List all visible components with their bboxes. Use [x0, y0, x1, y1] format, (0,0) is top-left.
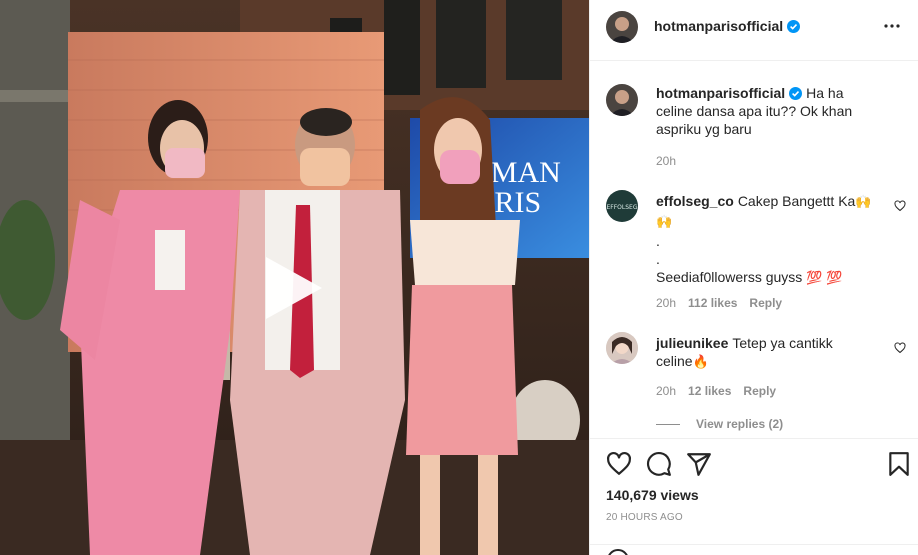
comment-emoji: 💯 [826, 271, 843, 286]
emoji-icon[interactable] [606, 548, 630, 555]
caption-time[interactable]: 20h [656, 154, 676, 168]
comment-item: julieunikee Tetep ya cantikk celine🔥 20h 12… [606, 332, 906, 432]
comment-like-heart-icon[interactable] [894, 342, 906, 354]
comment-like-heart-icon[interactable] [894, 200, 906, 212]
comment-dot: . [656, 251, 660, 267]
reply-button[interactable]: Reply [749, 296, 782, 310]
comment-username[interactable]: julieunikee [656, 335, 728, 351]
more-options-icon[interactable] [880, 14, 904, 38]
reply-button[interactable]: Reply [743, 384, 776, 398]
comment-emoji: 💯 [806, 271, 823, 286]
comment-dot: . [656, 233, 660, 249]
view-replies-button[interactable]: View replies (2) [656, 417, 783, 431]
bookmark-icon[interactable] [886, 451, 912, 477]
verified-icon [787, 20, 801, 33]
verified-icon [789, 87, 803, 100]
post-caption: hotmanparisofficial Ha ha celine dansa ap… [606, 84, 906, 184]
caption-username[interactable]: hotmanparisofficial [656, 85, 785, 101]
comment-body: Cakep Bangettt Ka [737, 193, 856, 209]
comment-meta: 20h 112 likes Reply [656, 296, 794, 310]
comment-time[interactable]: 20h [656, 296, 676, 310]
comment-item: EFFOLSEG effolseg_co Cakep Bangettt Ka🙌 🙌… [606, 190, 906, 310]
share-icon[interactable] [686, 451, 712, 477]
comment-body-line2: celine [656, 353, 693, 369]
svg-text:EFFOLSEG: EFFOLSEG [606, 204, 637, 211]
comment-likes[interactable]: 12 likes [688, 384, 731, 398]
heart-icon[interactable] [606, 451, 632, 477]
caption-text: hotmanparisofficial Ha ha celine dansa ap… [656, 84, 878, 138]
comment-emoji: 🔥 [692, 355, 709, 370]
comment-emoji: 🙌 [855, 195, 872, 210]
comment-body: Tetep ya cantikk [732, 335, 833, 351]
commenter-avatar[interactable] [606, 332, 638, 364]
post-header: hotmanparisofficial [590, 0, 918, 61]
view-count[interactable]: 140,679 views [606, 487, 699, 503]
post-username-text[interactable]: hotmanparisofficial [654, 18, 783, 34]
commenter-avatar[interactable]: EFFOLSEG [606, 190, 638, 222]
post-side-panel: hotmanparisofficial hotmanparisofficial H… [590, 0, 918, 555]
post-username[interactable]: hotmanparisofficial [654, 18, 801, 34]
comment-meta: 20h 12 likes Reply [656, 384, 788, 398]
post-actions: 140,679 views 20 HOURS AGO [590, 438, 918, 555]
avatar[interactable] [606, 11, 638, 43]
caption-avatar[interactable] [606, 84, 638, 116]
caption-meta: 20h [656, 154, 688, 168]
post-video[interactable]: HOTMAN PARIS [0, 0, 589, 555]
comment-time[interactable]: 20h [656, 384, 676, 398]
comment-body-line2: Seediaf0llowerss guyss [656, 269, 803, 285]
comment-emoji: 🙌 [656, 215, 673, 230]
view-replies-line [656, 424, 680, 426]
post-timestamp[interactable]: 20 HOURS AGO [606, 512, 683, 523]
view-replies-label[interactable]: View replies (2) [696, 417, 783, 431]
play-button[interactable] [260, 255, 326, 321]
play-icon [266, 257, 322, 319]
comment-text: julieunikee Tetep ya cantikk celine🔥 [656, 334, 878, 372]
comment-likes[interactable]: 112 likes [688, 296, 737, 310]
comment-username[interactable]: effolseg_co [656, 193, 734, 209]
comment-text: effolseg_co Cakep Bangettt Ka🙌 🙌 . . Seed… [656, 192, 878, 288]
divider [590, 544, 918, 545]
comments-list[interactable]: hotmanparisofficial Ha ha celine dansa ap… [590, 62, 918, 438]
comment-icon[interactable] [646, 451, 672, 477]
